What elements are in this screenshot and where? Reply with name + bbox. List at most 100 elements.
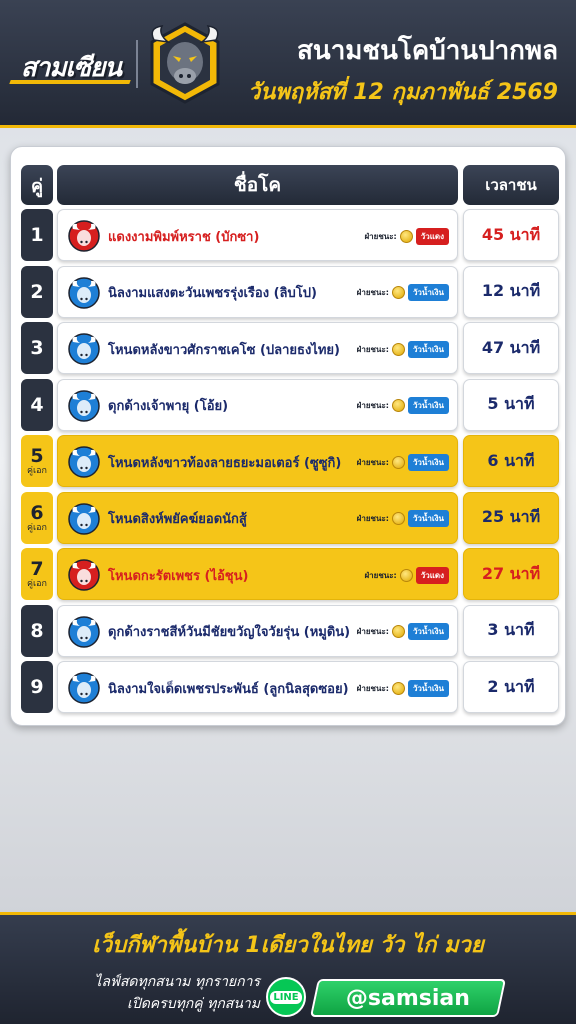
- winner-side-badge: วัวน้ำเงิน: [407, 453, 449, 471]
- bull-names: โหนดหลังขาวท้องลายธยะมอเตอร์ (ซูซูกิ): [108, 455, 342, 471]
- winner-label: ฝ่ายชนะ:: [364, 231, 397, 241]
- table-row: 7 คู่เอก โหนดกะรัตเพชร (ไอ้ชุน) ฝ่ายชนะ: วัว…: [11, 548, 567, 600]
- table-row: 9 นิลงามใจเด็ดเพชรประพันธ์ (ลูกนิลสุดซอย)…: [11, 661, 567, 713]
- winner-indicator: ฝ่ายชนะ: วัวน้ำเงิน: [357, 397, 449, 415]
- fight-duration: 25 นาที: [463, 491, 559, 544]
- pair-number: 1: [30, 224, 44, 246]
- coin-icon: [391, 625, 405, 638]
- pair-number: 8: [30, 619, 44, 642]
- winner-indicator: ฝ่ายชนะ: วัวน้ำเงิน: [357, 284, 449, 302]
- coin-icon: [391, 512, 405, 525]
- fight-duration: 3 นาที: [463, 604, 559, 657]
- bull-head-icon: [68, 446, 100, 478]
- fight-duration: 6 นาที: [463, 435, 559, 487]
- bull-name-cell: นิลงามใจเด็ดเพชรประพันธ์ (ลูกนิลสุดซอย) ฝ…: [57, 661, 458, 713]
- brand-logo: สามเซียน: [8, 46, 134, 88]
- winner-side-badge: วัวน้ำเงิน: [407, 340, 449, 358]
- header-pair: คู่: [21, 165, 53, 205]
- bull-name-cell: ดุกด้างราชสีห์วันมีชัยขวัญใจวัยรุ่น (หมู…: [57, 604, 458, 657]
- bull-head-icon: [68, 333, 100, 365]
- bull-name-cell: โหนดกะรัตเพชร (ไอ้ชุน) ฝ่ายชนะ: วัวแดง: [57, 548, 458, 600]
- winner-side-badge: วัวน้ำเงิน: [407, 679, 449, 697]
- bull-name-cell: ดุกด้างเจ้าพายุ (โอ้ย) ฝ่ายชนะ: วัวน้ำเงิน: [57, 378, 458, 431]
- winner-indicator: ฝ่ายชนะ: วัวน้ำเงิน: [357, 340, 449, 358]
- winner-indicator: ฝ่ายชนะ: วัวแดง: [364, 566, 449, 584]
- footer-tagline-2: เปิดครบทุกคู่ ทุกสนาม: [127, 996, 260, 1012]
- table-row: 6 คู่เอก โหนดสิงห์พยัคฆ์ยอดนักสู้ ฝ่ายชนะ: ว…: [11, 491, 567, 544]
- winner-indicator: ฝ่ายชนะ: วัวแดง: [364, 227, 449, 245]
- winner-indicator: ฝ่ายชนะ: วัวน้ำเงิน: [357, 453, 449, 471]
- pair-number-cell: 7 คู่เอก: [21, 548, 53, 600]
- bull-names: โหนดหลังขาวศักราชเคโซ (ปลายธงไทย): [108, 342, 340, 358]
- bull-names: ดุกด้างเจ้าพายุ (โอ้ย): [108, 399, 229, 414]
- pair-number: 6: [30, 501, 44, 524]
- pair-number-cell: 6 คู่เอก: [21, 491, 53, 544]
- page-title: สนามชนโคบ้านปากพล: [297, 36, 558, 66]
- table-row: 8 ดุกด้างราชสีห์วันมีชัยขวัญใจวัยรุ่น (หม…: [11, 604, 567, 657]
- fight-duration: 2 นาที: [463, 661, 559, 713]
- pair-number: 9: [30, 676, 44, 698]
- bull-names: โหนดสิงห์พยัคฆ์ยอดนักสู้: [108, 512, 247, 527]
- bull-head-icon: [68, 276, 100, 309]
- pair-number-cell: 1: [21, 209, 53, 261]
- pair-number: 5: [30, 445, 44, 467]
- fight-duration: 27 นาที: [463, 548, 559, 600]
- bull-name-cell: แดงงามพิมพ์หราช (บักซา) ฝ่ายชนะ: วัวแดง: [57, 209, 458, 261]
- fight-duration: 45 นาที: [463, 209, 559, 261]
- bull-names: นิลงามใจเด็ดเพชรประพันธ์ (ลูกนิลสุดซอย): [108, 681, 349, 697]
- line-id-button[interactable]: @samsian: [309, 979, 507, 1017]
- winner-side-badge: วัวน้ำเงิน: [407, 623, 449, 640]
- header-banner: สามเซียน สนามชนโคบ้านปากพล วันพฤหัสที่ 1…: [0, 0, 576, 128]
- header-bull-name: ชื่อโค: [57, 165, 458, 205]
- pair-number-cell: 2: [21, 265, 53, 318]
- pair-number-cell: 5 คู่เอก: [21, 435, 53, 487]
- fight-duration: 12 นาที: [463, 265, 559, 318]
- bull-head-icon: [68, 220, 100, 252]
- event-date: วันพฤหัสที่ 12 กุมภาพันธ์ 2569: [247, 80, 558, 105]
- winner-side-badge: วัวแดง: [415, 566, 449, 584]
- pair-number: 4: [30, 393, 44, 416]
- bull-name-cell: นิลงามแสงตะวันเพชรรุ่งเรือง (ลิบโป) ฝ่ายช…: [57, 265, 458, 318]
- bull-names: แดงงามพิมพ์หราช (บักซา): [108, 229, 260, 245]
- coin-icon: [399, 568, 413, 582]
- main-event-tag: คู่เอก: [27, 579, 47, 589]
- winner-label: ฝ่ายชนะ:: [356, 514, 389, 523]
- line-badge-text: LINE: [270, 990, 302, 1004]
- footer-slogan: เว็บกีฬาพื้นบ้าน 1เดียวในไทย วัว ไก่ มวย: [92, 933, 484, 958]
- pair-number-cell: 3: [21, 322, 53, 374]
- main-event-tag: คู่เอก: [27, 522, 47, 533]
- winner-label: ฝ่ายชนะ:: [356, 401, 389, 410]
- table-row: 4 ดุกด้างเจ้าพายุ (โอ้ย) ฝ่ายชนะ: วัวน้ำเงิ…: [11, 378, 567, 431]
- line-app-icon[interactable]: LINE: [266, 977, 306, 1017]
- bull-name-cell: โหนดหลังขาวท้องลายธยะมอเตอร์ (ซูซูกิ) ฝ่า…: [57, 435, 458, 487]
- table-row: 5 คู่เอก โหนดหลังขาวท้องลายธยะมอเตอร์ (ซูซ…: [11, 435, 567, 487]
- bull-head-icon: [68, 559, 100, 591]
- main-event-tag: คู่เอก: [27, 466, 47, 476]
- winner-side-badge: วัวน้ำเงิน: [407, 397, 449, 414]
- line-id-text: @samsian: [345, 985, 470, 1011]
- coin-icon: [391, 455, 405, 469]
- winner-label: ฝ่ายชนะ:: [356, 627, 389, 636]
- winner-label: ฝ่ายชนะ:: [356, 457, 389, 467]
- bull-mascot-icon: [150, 22, 220, 104]
- brand-divider: [136, 40, 138, 88]
- coin-icon: [391, 286, 405, 299]
- coin-icon: [391, 342, 405, 356]
- bull-head-icon: [68, 672, 100, 704]
- pair-number-cell: 9: [21, 661, 53, 713]
- winner-label: ฝ่ายชนะ:: [356, 344, 389, 354]
- winner-side-badge: วัวน้ำเงิน: [407, 284, 449, 301]
- coin-icon: [399, 229, 413, 243]
- bull-names: ดุกด้างราชสีห์วันมีชัยขวัญใจวัยรุ่น (หมู…: [108, 625, 351, 640]
- brand-underline: [9, 80, 131, 84]
- pair-number: 7: [30, 558, 44, 580]
- winner-label: ฝ่ายชนะ:: [356, 288, 389, 297]
- winner-indicator: ฝ่ายชนะ: วัวน้ำเงิน: [357, 510, 449, 528]
- pair-number: 2: [30, 280, 44, 303]
- bull-name-cell: โหนดหลังขาวศักราชเคโซ (ปลายธงไทย) ฝ่ายชนะ…: [57, 322, 458, 374]
- fight-duration: 47 นาที: [463, 322, 559, 374]
- winner-indicator: ฝ่ายชนะ: วัวน้ำเงิน: [357, 679, 449, 697]
- pair-number-cell: 8: [21, 604, 53, 657]
- winner-label: ฝ่ายชนะ:: [364, 570, 397, 580]
- table-row: 3 โหนดหลังขาวศักราชเคโซ (ปลายธงไทย) ฝ่ายชน…: [11, 322, 567, 374]
